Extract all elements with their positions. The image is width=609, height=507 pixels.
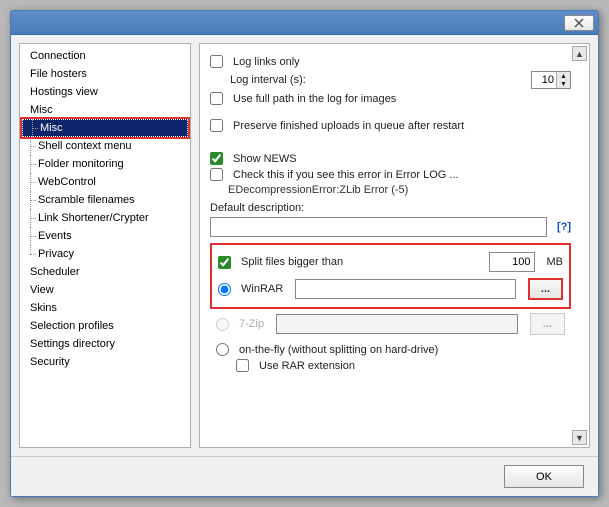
winrar-path-input[interactable]	[295, 279, 516, 299]
tree-item-file-hosters[interactable]: File hosters	[20, 65, 190, 83]
default-desc-input[interactable]	[210, 217, 547, 237]
tree-item-events[interactable]: Events	[20, 227, 190, 245]
tree-item-link-shortener[interactable]: Link Shortener/Crypter	[20, 209, 190, 227]
nav-tree[interactable]: Connection File hosters Hostings view Mi…	[19, 43, 191, 448]
tree-item-selection-profiles[interactable]: Selection profiles	[20, 317, 190, 335]
tree-item-hostings-view[interactable]: Hostings view	[20, 83, 190, 101]
sevenzip-label: 7-Zip	[239, 318, 264, 330]
tree-item-scheduler[interactable]: Scheduler	[20, 263, 190, 281]
use-full-path-label: Use full path in the log for images	[233, 93, 396, 105]
log-interval-input[interactable]	[532, 74, 556, 86]
spin-up-icon[interactable]: ▲	[556, 72, 570, 80]
onthefly-radio[interactable]	[216, 343, 229, 356]
tree-item-webcontrol[interactable]: WebControl	[20, 173, 190, 191]
help-link[interactable]: [?]	[557, 221, 571, 233]
winrar-browse-button[interactable]: ...	[528, 278, 563, 300]
check-error-label: Check this if you see this error in Erro…	[233, 169, 459, 181]
log-links-only-checkbox[interactable]	[210, 55, 223, 68]
log-interval-spinner[interactable]: ▲▼	[531, 71, 571, 89]
show-news-label: Show NEWS	[233, 153, 297, 165]
use-rar-ext-checkbox[interactable]	[236, 359, 249, 372]
split-unit-label: MB	[547, 256, 564, 268]
default-desc-label: Default description:	[210, 202, 571, 214]
tree-item-misc-sub[interactable]: Misc	[22, 119, 188, 137]
ok-button[interactable]: OK	[504, 465, 584, 488]
use-rar-ext-label: Use RAR extension	[259, 360, 355, 372]
tree-item-view[interactable]: View	[20, 281, 190, 299]
tree-item-skins[interactable]: Skins	[20, 299, 190, 317]
onthefly-label: on-the-fly (without splitting on hard-dr…	[239, 344, 438, 356]
winrar-radio[interactable]	[218, 283, 231, 296]
tree-item-connection[interactable]: Connection	[20, 47, 190, 65]
log-interval-label: Log interval (s):	[230, 74, 306, 86]
winrar-label: WinRAR	[241, 283, 283, 295]
settings-panel: ▲ ▼ Log links only Log interval (s): ▲▼ …	[199, 43, 590, 448]
show-news-checkbox[interactable]	[210, 152, 223, 165]
dialog-footer: OK	[11, 456, 598, 496]
tree-item-settings-dir[interactable]: Settings directory	[20, 335, 190, 353]
check-error-checkbox[interactable]	[210, 168, 223, 181]
split-section-highlight: Split files bigger than MB WinRAR ...	[210, 243, 571, 309]
split-files-checkbox[interactable]	[218, 256, 231, 269]
tree-item-shell-context[interactable]: Shell context menu	[20, 137, 190, 155]
use-full-path-checkbox[interactable]	[210, 92, 223, 105]
sevenzip-radio	[216, 318, 229, 331]
preserve-queue-checkbox[interactable]	[210, 119, 223, 132]
sevenzip-browse-button: ...	[530, 313, 565, 335]
scroll-down-button[interactable]: ▼	[572, 430, 587, 445]
scroll-up-button[interactable]: ▲	[572, 46, 587, 61]
tree-item-security[interactable]: Security	[20, 353, 190, 371]
split-files-label: Split files bigger than	[241, 256, 343, 268]
titlebar	[11, 11, 598, 35]
tree-item-scramble[interactable]: Scramble filenames	[20, 191, 190, 209]
tree-item-folder-monitoring[interactable]: Folder monitoring	[20, 155, 190, 173]
sevenzip-path-input	[276, 314, 518, 334]
spin-down-icon[interactable]: ▼	[556, 80, 570, 88]
check-error-sublabel: EDecompressionError:ZLib Error (-5)	[228, 184, 571, 196]
preserve-queue-label: Preserve finished uploads in queue after…	[233, 120, 464, 132]
close-button[interactable]	[564, 15, 594, 31]
split-size-input[interactable]	[489, 252, 535, 272]
tree-item-privacy[interactable]: Privacy	[20, 245, 190, 263]
log-links-only-label: Log links only	[233, 56, 300, 68]
settings-dialog: Connection File hosters Hostings view Mi…	[10, 10, 599, 497]
